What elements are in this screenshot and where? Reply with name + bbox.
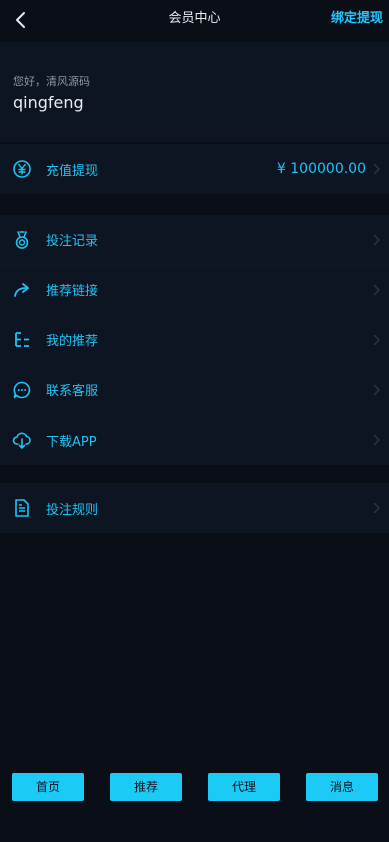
tab-recommend[interactable]: 推荐 — [110, 773, 182, 801]
tab-agent[interactable]: 代理 — [208, 773, 280, 801]
balance-amount: ¥ 100000.00 — [276, 161, 366, 177]
menu-item-customer-service[interactable]: 联系客服 — [0, 365, 389, 415]
chevron-right-icon — [373, 434, 380, 446]
chevron-right-icon — [373, 284, 380, 296]
tab-home[interactable]: 首页 — [12, 773, 84, 801]
cloud-download-icon — [12, 432, 31, 449]
greeting-text: 您好，清风源码 — [13, 75, 90, 88]
menu-item-my-referrals[interactable]: 我的推荐 — [0, 315, 389, 365]
menu-item-label: 下载APP — [46, 434, 97, 450]
user-card: 您好，清风源码 qingfeng — [0, 42, 389, 142]
menu-item-label: 投注规则 — [46, 502, 99, 518]
menu-item-label: 推荐链接 — [46, 284, 99, 299]
menu-item-label: 联系客服 — [46, 384, 99, 399]
bind-withdraw-button[interactable]: 绑定提现 — [331, 0, 383, 40]
chevron-right-icon — [373, 502, 380, 514]
menu-item-bet-records[interactable]: 投注记录 — [0, 215, 389, 265]
balance-section: 充值提现 ¥ 100000.00 — [0, 144, 389, 194]
yuan-circle-icon — [13, 160, 31, 178]
recharge-withdraw-label: 充值提现 — [46, 163, 99, 179]
chevron-right-icon — [373, 384, 380, 396]
menu-section: 投注记录 推荐链接 我的推荐 联系客服 下载APP — [0, 215, 389, 465]
menu-item-label: 投注记录 — [46, 234, 99, 249]
recharge-withdraw-row[interactable]: 充值提现 ¥ 100000.00 — [0, 144, 389, 194]
menu-item-label: 我的推荐 — [46, 334, 99, 349]
chevron-right-icon — [373, 163, 380, 175]
bottom-tab-bar: 首页 推荐 代理 消息 — [0, 773, 389, 801]
rules-section: 投注规则 — [0, 483, 389, 533]
menu-item-bet-rules[interactable]: 投注规则 — [0, 483, 389, 533]
chevron-right-icon — [373, 334, 380, 346]
tree-list-icon — [15, 332, 29, 347]
username: qingfeng — [13, 93, 84, 112]
medal-icon — [15, 231, 29, 249]
top-bar: 会员中心 绑定提现 — [0, 0, 389, 40]
tab-messages[interactable]: 消息 — [306, 773, 378, 801]
share-arrow-icon — [14, 283, 29, 297]
chat-bubble-icon — [13, 381, 31, 399]
menu-item-download-app[interactable]: 下载APP — [0, 415, 389, 465]
menu-item-referral-link[interactable]: 推荐链接 — [0, 265, 389, 315]
chevron-right-icon — [373, 234, 380, 246]
document-icon — [15, 499, 29, 517]
